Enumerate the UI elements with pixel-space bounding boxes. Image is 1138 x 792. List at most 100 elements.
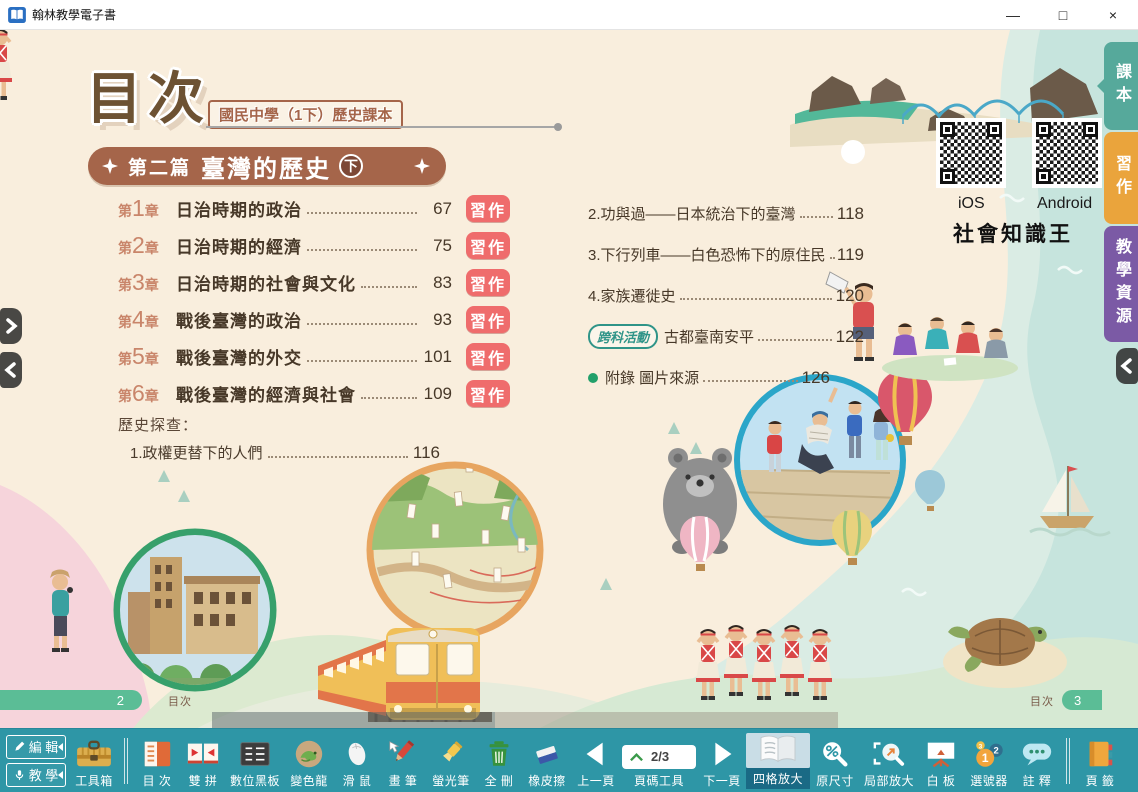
next-page-icon (705, 735, 739, 769)
right-page-label: 目次 (1030, 693, 1054, 709)
section-title: 臺灣的歷史 (201, 149, 331, 184)
annotation-bubble-icon (1020, 735, 1054, 769)
scrubber-filled[interactable] (212, 712, 495, 728)
collapse-right-panel-button[interactable] (1116, 348, 1138, 384)
toc-icon (140, 735, 174, 769)
workbook-badge[interactable]: 習作 (466, 380, 510, 407)
chapter-row[interactable]: 第1章 日治時期的政治 67 習作 (118, 190, 510, 227)
dotted-leader (830, 257, 833, 259)
active-tab-notch (1097, 79, 1104, 93)
workbook-badge[interactable]: 習作 (466, 343, 510, 370)
four-grid-zoom-button[interactable]: 四格放大 (746, 733, 810, 789)
window-title: 翰林教學電子書 (32, 6, 116, 23)
toc-button[interactable]: 目 次 (134, 733, 180, 789)
tab-textbook[interactable]: 課本 (1104, 42, 1138, 130)
chapter-row[interactable]: 第4章 戰後臺灣的政治 93 習作 (118, 301, 510, 338)
dotted-leader (307, 212, 417, 214)
number-picker-icon: 321 (972, 735, 1006, 769)
title-underline (206, 126, 558, 128)
appendix-item[interactable]: 附錄 圖片來源 126 (588, 357, 830, 398)
page-indicator-value: 2/3 (651, 749, 669, 764)
dotted-leader (758, 339, 832, 341)
delete-all-trash-icon (482, 735, 516, 769)
page-title: 目次 (86, 54, 210, 135)
collapse-arrow-icon (58, 743, 63, 751)
cross-discipline-item[interactable]: 跨科活動 古都臺南安平 122 (588, 316, 864, 357)
mouse-icon (340, 735, 374, 769)
highlighter-icon (434, 735, 468, 769)
page-number-input[interactable]: 2/3 (622, 745, 696, 769)
eraser-button[interactable]: 橡皮擦 (522, 733, 572, 789)
workbook-badge[interactable]: 習作 (466, 269, 510, 296)
bottom-toolbar: 編 輯 教 學 工具箱 目 次 雙 拼 (0, 728, 1138, 792)
microphone-icon (14, 769, 25, 781)
qr-ios-label: iOS (958, 195, 985, 213)
dotted-leader (307, 249, 417, 251)
right-column-list: 2.功與過——日本統治下的臺灣 118 3.下行列車——白色恐怖下的原住民 11… (588, 193, 864, 398)
chapter-row[interactable]: 第6章 戰後臺灣的經濟與社會 109 習作 (118, 375, 510, 412)
expand-left-panel-button[interactable] (0, 308, 22, 344)
bullet-dot-icon (588, 373, 598, 383)
teach-mode-button[interactable]: 教 學 (6, 763, 66, 787)
chameleon-icon (292, 735, 326, 769)
chapter-row[interactable]: 第5章 戰後臺灣的外交 101 習作 (118, 338, 510, 375)
prev-page-icon (579, 735, 613, 769)
collapse-arrow-icon (58, 771, 63, 779)
section-part-label: 第二篇 (128, 153, 191, 180)
list-item[interactable]: 2.功與過——日本統治下的臺灣 118 (588, 193, 864, 234)
highlighter-button[interactable]: 螢光筆 (426, 733, 476, 789)
mouse-button[interactable]: 滑 鼠 (334, 733, 380, 789)
dotted-leader (361, 286, 417, 288)
list-item[interactable]: 4.家族遷徙史 120 (588, 275, 864, 316)
dotted-leader (307, 360, 417, 362)
chameleon-button[interactable]: 變色龍 (284, 733, 334, 789)
page-subtitle: 國民中學（1下）歷史課本 (208, 100, 403, 129)
chapter-list: 第1章 日治時期的政治 67 習作 第2章 日治時期的經濟 75 習作 第3章 … (118, 190, 510, 412)
close-button[interactable]: × (1088, 0, 1138, 30)
dotted-leader (800, 216, 833, 218)
list-item[interactable]: 3.下行列車——白色恐怖下的原住民 119 (588, 234, 864, 275)
section-banner: 第二篇 臺灣的歷史 下 (88, 147, 446, 185)
original-size-button[interactable]: 原尺寸 (810, 733, 860, 789)
minimize-button[interactable]: — (988, 0, 1038, 30)
page-tab-button[interactable]: 頁 籤 (1076, 733, 1124, 789)
collapse-left-panel-button[interactable] (0, 352, 22, 388)
app-logo-icon (8, 7, 26, 23)
toolbox-button[interactable]: 工具箱 (70, 733, 118, 789)
four-grid-zoom-icon (746, 733, 810, 768)
right-page-number-pill: 3 (1062, 690, 1102, 710)
digital-blackboard-button[interactable]: 數位黑板 (226, 733, 284, 789)
partial-zoom-icon (872, 735, 906, 769)
next-page-button[interactable]: 下一頁 (698, 733, 746, 789)
pen-button[interactable]: 畫 筆 (380, 733, 426, 789)
scrubber-track[interactable] (495, 712, 838, 728)
partial-zoom-button[interactable]: 局部放大 (860, 733, 918, 789)
dotted-leader (268, 456, 408, 458)
tab-teaching-resources[interactable]: 教學資源 (1104, 226, 1138, 342)
chapter-row[interactable]: 第2章 日治時期的經濟 75 習作 (118, 227, 510, 264)
page-number-tool[interactable]: 2/3 頁碼工具 (620, 733, 698, 789)
page-scrubber[interactable] (212, 712, 838, 728)
workbook-badge[interactable]: 習作 (466, 306, 510, 333)
pen-icon (386, 735, 420, 769)
tab-workbook[interactable]: 習作 (1104, 132, 1138, 224)
dual-page-button[interactable]: 雙 拼 (180, 733, 226, 789)
workbook-badge[interactable]: 習作 (466, 232, 510, 259)
whiteboard-button[interactable]: 白 板 (918, 733, 964, 789)
chapter-row[interactable]: 第3章 日治時期的社會與文化 83 習作 (118, 264, 510, 301)
explore-item[interactable]: 1.政權更替下的人們 116 (130, 442, 440, 463)
qr-code-ios (940, 122, 1002, 184)
activity-badge: 跨科活動 (588, 324, 658, 349)
maximize-button[interactable]: □ (1038, 0, 1088, 30)
whiteboard-icon (924, 735, 958, 769)
number-picker-button[interactable]: 321 選號器 (964, 733, 1014, 789)
prev-page-button[interactable]: 上一頁 (572, 733, 620, 789)
edit-mode-button[interactable]: 編 輯 (6, 735, 66, 759)
workbook-badge[interactable]: 習作 (466, 195, 510, 222)
page-tab-icon (1083, 735, 1117, 769)
qr-code-android (1036, 122, 1098, 184)
annotation-button[interactable]: 註 釋 (1014, 733, 1060, 789)
left-page-label: 目次 (168, 693, 192, 709)
dotted-leader (703, 380, 797, 382)
delete-all-button[interactable]: 全 刪 (476, 733, 522, 789)
